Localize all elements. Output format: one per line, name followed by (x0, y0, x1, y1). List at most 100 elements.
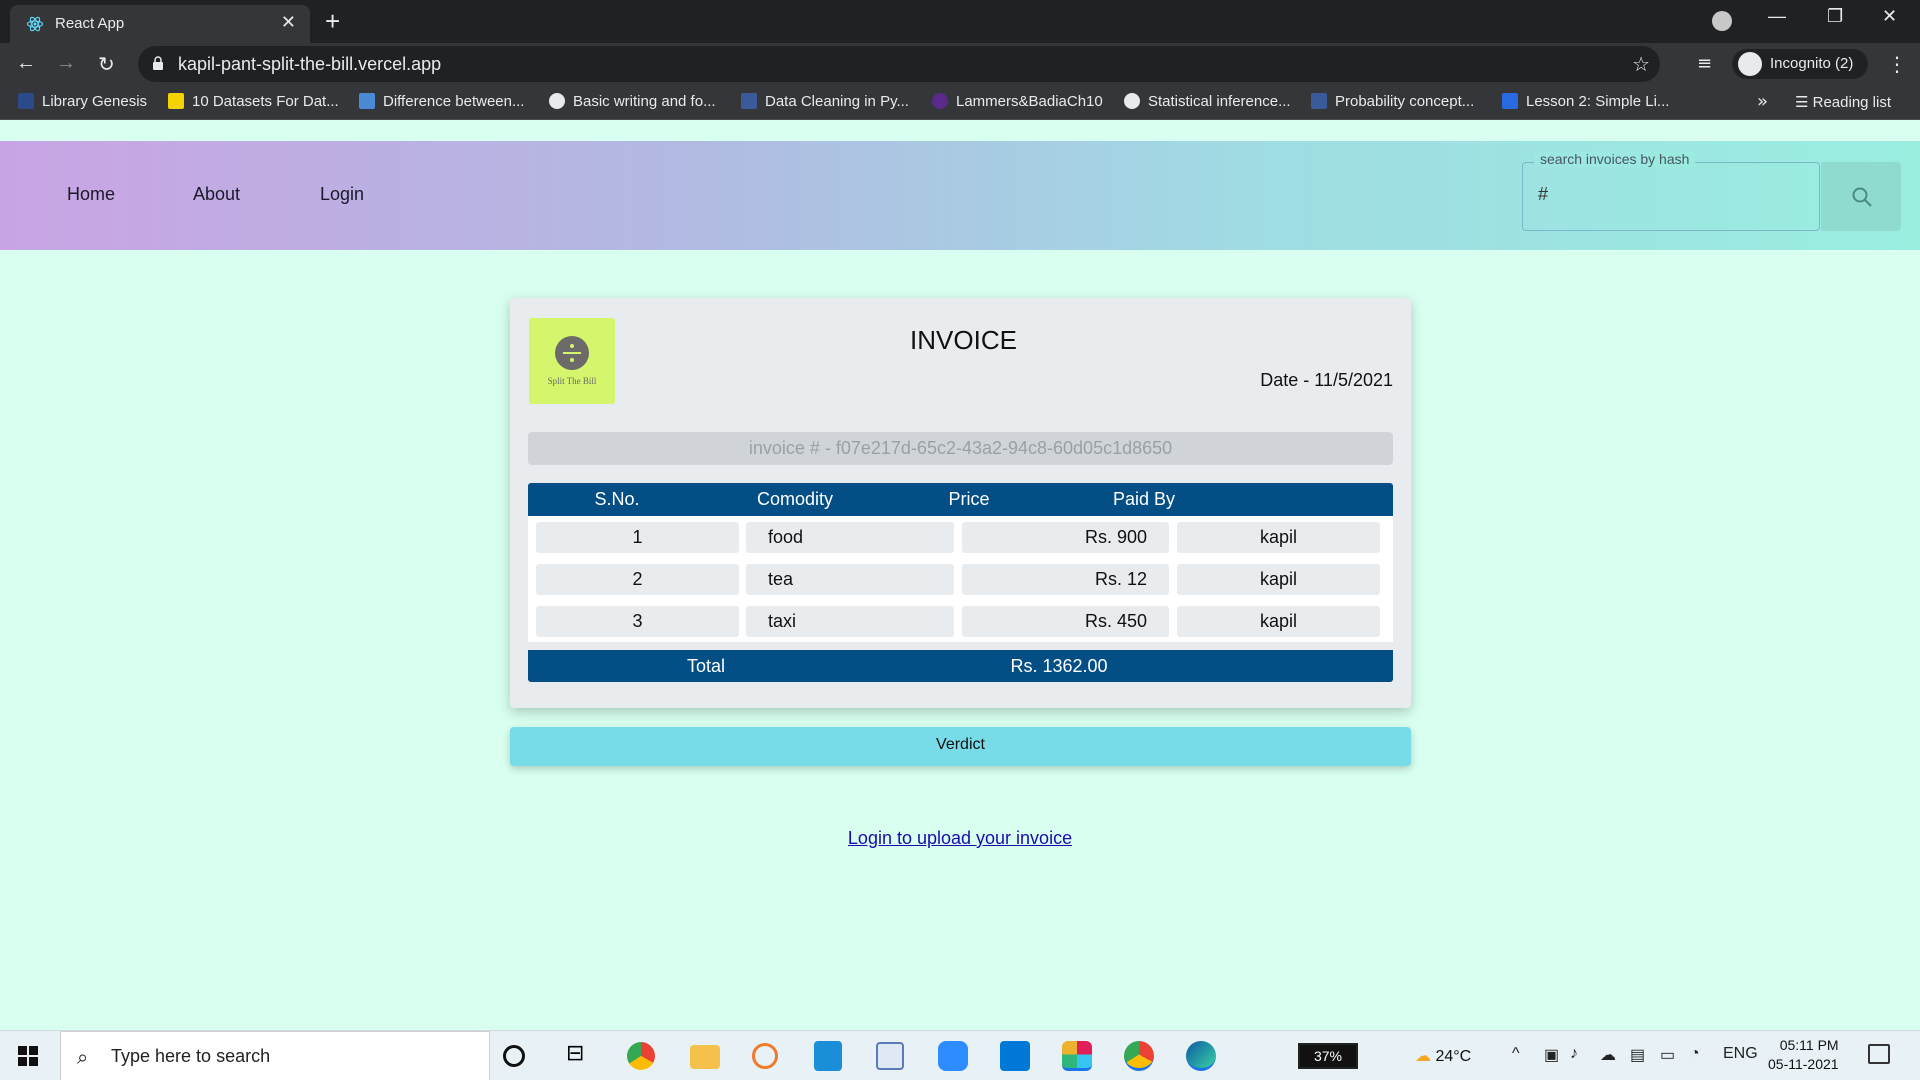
cell-commodity: tea (746, 564, 954, 595)
verdict-button[interactable]: Verdict (510, 727, 1411, 766)
snipping-icon[interactable] (876, 1042, 904, 1070)
cell-commodity: taxi (746, 606, 954, 637)
cell-paid-by: kapil (1177, 564, 1380, 595)
clock-date: 05-11-2021 (1768, 1056, 1839, 1072)
column-header-price: Price (948, 489, 990, 509)
display-icon[interactable]: ▤ (1630, 1045, 1645, 1065)
notification-icon[interactable] (1868, 1044, 1890, 1064)
cortana-icon[interactable] (503, 1045, 525, 1067)
restore-button[interactable]: ❐ (1827, 6, 1843, 27)
search-icon: ⌕ (77, 1045, 89, 1069)
clock-time: 05:11 PM (1779, 1037, 1839, 1053)
wifi-icon[interactable]: ◔ (1690, 1045, 1700, 1063)
bookmark-item[interactable]: Statistical inference... (1124, 93, 1291, 110)
camera-icon[interactable]: ▣ (1544, 1045, 1559, 1065)
bookmark-favicon-icon (741, 93, 757, 109)
tab-search-icon[interactable] (1712, 11, 1732, 31)
app-navbar: Home About Login search invoices by hash… (0, 141, 1920, 250)
back-icon[interactable]: ← (16, 52, 36, 75)
edge-icon[interactable] (1186, 1041, 1216, 1071)
invoice-date: Date - 11/5/2021 (1260, 370, 1393, 390)
globe-icon (1124, 93, 1140, 109)
bookmark-favicon-icon (1311, 93, 1327, 109)
cell-paid-by: kapil (1177, 522, 1380, 553)
clock[interactable]: 05:11 PM 05-11-2021 (1768, 1036, 1839, 1074)
bookmark-favicon-icon (168, 93, 184, 109)
tab-close-icon[interactable]: ✕ (281, 12, 296, 33)
browser-tabbar: React App ✕ + — ❐ ✕ (0, 0, 1920, 43)
cell-price: Rs. 12 (962, 564, 1169, 595)
reload-icon[interactable]: ↻ (98, 52, 115, 77)
minimize-button[interactable]: — (1768, 6, 1786, 27)
search-button[interactable] (1821, 162, 1901, 231)
browser-tab[interactable]: React App ✕ (10, 5, 310, 43)
slack-icon[interactable] (1062, 1041, 1092, 1071)
nav-login[interactable]: Login (320, 184, 364, 205)
bookmark-item[interactable]: Lammers&BadiaCh10 (932, 93, 1103, 110)
more-bookmarks-icon[interactable]: » (1757, 91, 1768, 112)
incognito-profile-button[interactable]: Incognito (2) (1732, 49, 1868, 79)
task-view-icon[interactable]: ⊟ (566, 1041, 600, 1075)
reading-list-button[interactable]: ☰ Reading list (1795, 93, 1891, 111)
tab-title: React App (55, 15, 125, 32)
invoice-card: Split The Bill INVOICE Date - 11/5/2021 … (510, 298, 1411, 708)
new-tab-button[interactable]: + (325, 6, 340, 37)
vscode-icon[interactable] (1000, 1041, 1030, 1071)
login-upload-link[interactable]: Login to upload your invoice (0, 828, 1920, 849)
bookmark-favicon-icon (359, 93, 375, 109)
taskbar-search-placeholder: Type here to search (111, 1046, 271, 1066)
total-label: Total (686, 656, 726, 676)
search-value: # (1538, 184, 1549, 204)
weather-widget[interactable]: ☁ 24°C (1415, 1046, 1471, 1066)
l-app-icon[interactable] (814, 1041, 842, 1071)
language-indicator[interactable]: ENG (1723, 1045, 1758, 1063)
show-hidden-icons-icon[interactable]: ^ (1512, 1045, 1520, 1063)
nav-about[interactable]: About (193, 184, 240, 205)
taskbar-search-input[interactable]: ⌕ Type here to search (60, 1031, 490, 1080)
battery-icon[interactable]: ▭ (1660, 1045, 1675, 1065)
bookmark-star-icon[interactable]: ☆ (1632, 52, 1650, 76)
close-window-button[interactable]: ✕ (1882, 6, 1897, 27)
forward-icon[interactable]: → (56, 52, 76, 75)
bookmark-item[interactable]: Basic writing and fo... (549, 93, 716, 110)
nav-home[interactable]: Home (67, 184, 115, 205)
bookmarks-bar: Library Genesis 10 Datasets For Dat... D… (0, 85, 1920, 120)
lock-icon (153, 56, 163, 70)
windows-start-icon[interactable] (18, 1046, 38, 1066)
profile-label: Incognito (2) (1770, 55, 1854, 72)
bookmark-item[interactable]: Lesson 2: Simple Li... (1502, 93, 1669, 110)
table-body: 1 food Rs. 900 kapil 2 tea Rs. 12 kapil … (528, 516, 1393, 642)
app-icon[interactable] (752, 1043, 778, 1069)
column-header-paid-by: Paid By (1112, 489, 1176, 509)
bookmark-item[interactable]: 10 Datasets For Dat... (168, 93, 339, 110)
battery-indicator[interactable]: 37% (1298, 1043, 1358, 1069)
react-icon (26, 16, 44, 32)
column-header-sno: S.No. (594, 489, 640, 509)
chrome-active-icon[interactable] (1124, 1041, 1154, 1071)
media-queue-icon[interactable]: ≡ (1697, 53, 1712, 74)
bookmark-favicon-icon (18, 93, 34, 109)
hash-search-input[interactable] (1522, 162, 1820, 231)
volume-icon[interactable]: ♪ (1570, 1045, 1578, 1063)
invoice-hash: invoice # - f07e217d-65c2-43a2-94c8-60d0… (528, 432, 1393, 465)
bookmark-item[interactable]: Difference between... (359, 93, 524, 110)
weather-icon: ☁ (1415, 1048, 1431, 1065)
logo-text: Split The Bill (547, 376, 597, 386)
table-header: S.No. Comodity Price Paid By (528, 483, 1393, 516)
cell-paid-by: kapil (1177, 606, 1380, 637)
browser-toolbar: ← → ↻ kapil-pant-split-the-bill.vercel.a… (0, 43, 1920, 85)
address-bar[interactable]: kapil-pant-split-the-bill.vercel.app ☆ (138, 46, 1660, 82)
bookmark-favicon-icon (932, 93, 948, 109)
browser-menu-icon[interactable]: ⋮ (1887, 52, 1907, 76)
taskbar: ⌕ Type here to search ⊟ 37% ☁ 24°C ^ ▣ ♪… (0, 1030, 1920, 1080)
onedrive-icon[interactable]: ☁ (1600, 1045, 1616, 1065)
url-text: kapil-pant-split-the-bill.vercel.app (178, 54, 442, 74)
chrome-icon[interactable] (627, 1042, 655, 1070)
bookmark-item[interactable]: Probability concept... (1311, 93, 1474, 110)
incognito-icon (1738, 52, 1762, 76)
bookmark-item[interactable]: Data Cleaning in Py... (741, 93, 909, 110)
invoice-title: INVOICE (910, 325, 1017, 355)
file-explorer-icon[interactable] (690, 1045, 720, 1069)
zoom-icon[interactable] (938, 1041, 968, 1071)
bookmark-item[interactable]: Library Genesis (18, 93, 147, 110)
